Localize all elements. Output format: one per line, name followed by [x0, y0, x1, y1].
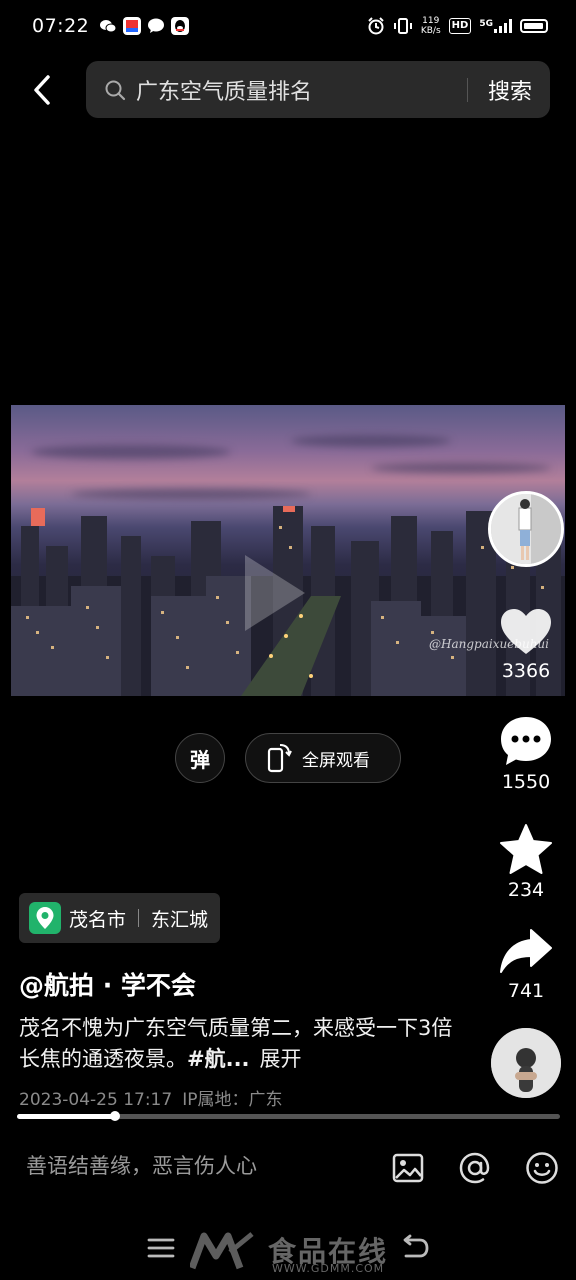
expand-button[interactable]: 展开	[260, 1047, 302, 1071]
brand-logo-icon	[190, 1232, 254, 1270]
post-description: 茂名不愧为广东空气质量第二，来感受一下3倍长焦的通透夜景。#航... 展开	[19, 1013, 459, 1075]
like-action[interactable]: 3366	[486, 608, 566, 682]
progress-fill	[17, 1114, 115, 1119]
image-button[interactable]	[390, 1150, 426, 1186]
location-city: 茂名市	[69, 908, 127, 931]
network-speed: 119 KB/s	[420, 16, 441, 36]
status-right: 119 KB/s HD 5G	[367, 16, 548, 36]
search-divider	[466, 77, 468, 102]
post-meta: 2023-04-25 17:17 IP属地：广东	[19, 1085, 282, 1110]
location-district: 东汇城	[151, 908, 209, 931]
battery-icon	[520, 19, 548, 33]
hd-badge: HD	[448, 18, 472, 34]
music-disc-image	[491, 1028, 561, 1098]
back-button[interactable]	[22, 70, 62, 110]
search-button[interactable]: 搜索	[488, 74, 532, 106]
status-time: 07:22	[32, 15, 90, 37]
favorite-action[interactable]: 234	[486, 823, 566, 901]
location-tag[interactable]: 茂名市 东汇城	[19, 893, 221, 943]
video-cloud	[71, 489, 311, 499]
share-count: 741	[507, 980, 545, 1002]
share-action[interactable]: 741	[486, 928, 566, 1002]
heart-icon	[501, 609, 551, 654]
music-disc-avatar[interactable]	[491, 1028, 561, 1098]
comment-input[interactable]: 善语结善缘，恶言伤人心	[26, 1150, 257, 1180]
rotate-screen-icon	[267, 744, 292, 773]
play-icon[interactable]	[245, 555, 305, 631]
alarm-icon	[368, 17, 384, 35]
share-arrow-icon	[500, 929, 552, 973]
location-divider	[138, 909, 140, 927]
back-nav-icon[interactable]	[400, 1234, 430, 1262]
brand-url: WWW.GDMM.COM	[272, 1262, 385, 1275]
video-player[interactable]: @Hangpaixuebuhui	[11, 405, 565, 696]
ip-location: IP属地：广东	[182, 1090, 283, 1110]
video-progress-bar[interactable]	[17, 1111, 560, 1121]
search-icon	[105, 80, 126, 100]
emoji-icon	[526, 1152, 558, 1184]
at-icon	[459, 1152, 490, 1184]
danmu-toggle-button[interactable]: 弹	[175, 733, 225, 783]
video-cloud	[291, 435, 451, 447]
brand-watermark: 食品在线 WWW.GDMM.COM	[190, 1230, 388, 1275]
comment-action[interactable]: 1550	[486, 715, 566, 793]
signal-icon	[494, 19, 512, 33]
wechat-icon	[99, 17, 117, 35]
qq-icon	[171, 17, 190, 35]
video-cloud	[371, 463, 551, 473]
location-pin-icon	[29, 902, 61, 934]
app-notification-icon	[123, 17, 142, 35]
author-name[interactable]: @航拍 · 学不会	[19, 966, 196, 1002]
hashtag-link[interactable]: #航...	[187, 1047, 250, 1071]
mention-button[interactable]	[457, 1150, 493, 1186]
search-bar[interactable]: 广东空气质量排名 搜索	[86, 61, 550, 118]
status-bar: 07:22 119 KB/s HD 5G	[0, 0, 576, 52]
chevron-left-icon	[34, 75, 50, 105]
danmu-label: 弹	[190, 747, 210, 772]
progress-knob[interactable]	[109, 1111, 120, 1121]
star-icon	[500, 824, 552, 874]
author-avatar[interactable]	[488, 491, 564, 567]
message-icon	[147, 17, 165, 35]
notification-icons	[99, 17, 190, 35]
signal-5g: 5G	[479, 19, 512, 33]
menu-icon[interactable]	[146, 1234, 176, 1262]
image-icon	[392, 1153, 424, 1183]
post-datetime: 2023-04-25 17:17	[19, 1090, 173, 1110]
fullscreen-button[interactable]: 全屏观看	[245, 733, 401, 783]
like-count: 3366	[501, 660, 551, 682]
video-cloud	[31, 445, 231, 459]
search-input[interactable]: 广东空气质量排名	[136, 74, 467, 106]
fullscreen-label: 全屏观看	[302, 750, 370, 771]
vibrate-icon	[393, 18, 412, 34]
comment-icon	[501, 717, 551, 765]
author-avatar-image	[491, 494, 561, 564]
emoji-button[interactable]	[524, 1150, 560, 1186]
favorite-count: 234	[507, 879, 545, 901]
comment-count: 1550	[501, 771, 551, 793]
